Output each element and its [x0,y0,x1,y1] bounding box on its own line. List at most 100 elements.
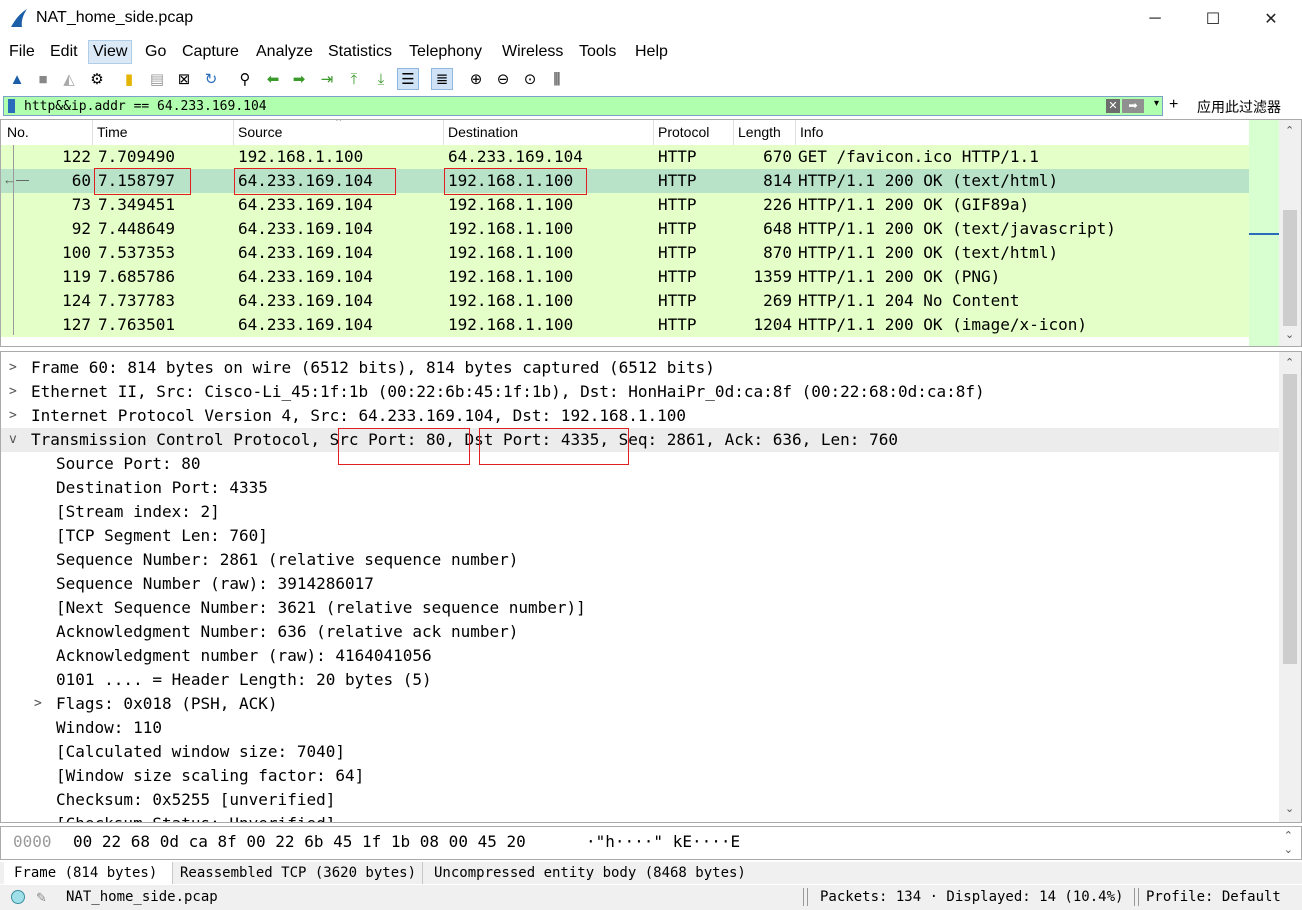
minimize-button[interactable]: ─ [1126,0,1184,38]
tab-frame[interactable]: Frame (814 bytes) [4,862,173,884]
tcp-field[interactable]: [Stream index: 2] [1,500,1279,524]
add-filter-button[interactable]: + [1169,96,1178,114]
tcp-field[interactable]: Destination Port: 4335 [1,476,1279,500]
scroll-up-icon[interactable]: ⌃ [1285,356,1294,369]
save-file-icon[interactable]: ▤ [146,68,168,90]
menu-capture[interactable]: Capture [178,41,243,63]
scroll-up-icon[interactable]: ⌃ [1284,829,1293,842]
last-packet-icon[interactable]: ⤓ [370,68,392,90]
detail-ethernet[interactable]: > Ethernet II, Src: Cisco-Li_45:1f:1b (0… [1,380,1279,404]
expert-info-icon[interactable] [11,890,25,904]
clear-filter-icon[interactable]: ✕ [1106,99,1120,113]
capture-comment-icon[interactable]: ✎ [36,890,47,906]
column-info[interactable]: Info [796,120,1249,145]
colorize-icon[interactable]: ≣ [431,68,453,90]
tcp-field[interactable]: [TCP Segment Len: 760] [1,524,1279,548]
first-packet-icon[interactable]: ⤒ [343,68,365,90]
go-to-packet-icon[interactable]: ⇥ [316,68,338,90]
menu-wireless[interactable]: Wireless [498,41,567,63]
menu-statistics[interactable]: Statistics [324,41,396,63]
tcp-field[interactable]: Acknowledgment number (raw): 4164041056 [1,644,1279,668]
expand-arrow-icon[interactable]: > [34,692,42,716]
detail-tcp[interactable]: v Transmission Control Protocol, Src Por… [1,428,1279,452]
normal-size-icon[interactable]: ⊙ [519,68,541,90]
scroll-down-icon[interactable]: ⌄ [1284,843,1293,856]
packet-row[interactable]: 92 7.448649 64.233.169.104 192.168.1.100 HTT… [1,217,1249,241]
menu-help[interactable]: Help [631,41,672,63]
apply-filter-button[interactable]: 应用此过滤器 [1197,97,1281,117]
packet-row[interactable]: 119 7.685786 64.233.169.104 192.168.1.100 HT… [1,265,1249,289]
menu-edit[interactable]: Edit [46,41,82,63]
open-file-icon[interactable]: ▮ [118,68,140,90]
tcp-field[interactable]: > Flags: 0x018 (PSH, ACK) [1,692,1279,716]
detail-frame[interactable]: > Frame 60: 814 bytes on wire (6512 bits… [1,356,1279,380]
expand-arrow-icon[interactable]: > [9,380,17,404]
tab-reassembled-tcp[interactable]: Reassembled TCP (3620 bytes) [170,862,423,884]
go-back-icon[interactable]: ⬅ [262,68,284,90]
close-file-icon[interactable]: ⊠ [173,68,195,90]
maximize-button[interactable]: ☐ [1184,0,1242,38]
column-length[interactable]: Length [734,120,796,145]
tcp-field[interactable]: [Next Sequence Number: 3621 (relative se… [1,596,1279,620]
scroll-thumb[interactable] [1283,210,1297,326]
restart-capture-icon[interactable]: ◭ [58,68,80,90]
packet-row[interactable]: 122 7.709490 192.168.1.100 64.233.169.104 HT… [1,145,1249,169]
tcp-field[interactable]: [Calculated window size: 7040] [1,740,1279,764]
menu-analyze[interactable]: Analyze [252,41,317,63]
detail-ipv4[interactable]: > Internet Protocol Version 4, Src: 64.2… [1,404,1279,428]
autoscroll-icon[interactable]: ☰ [397,68,419,90]
scroll-up-icon[interactable]: ⌃ [1285,124,1294,137]
column-time[interactable]: Time [93,120,234,145]
bytes-ascii[interactable]: ·"h····" kE····E [586,832,740,851]
collapse-arrow-icon[interactable]: v [9,428,17,452]
column-destination[interactable]: Destination [444,120,654,145]
packet-row[interactable]: 100 7.537353 64.233.169.104 192.168.1.100 HT… [1,241,1249,265]
packet-minimap[interactable] [1249,120,1279,346]
expand-arrow-icon[interactable]: > [9,404,17,428]
packet-list-scrollbar[interactable]: ⌃ ⌄ [1279,120,1301,346]
cell-protocol: HTTP [658,219,697,238]
reload-file-icon[interactable]: ↻ [200,68,222,90]
display-filter-bar[interactable]: http&&ip.addr == 64.233.169.104 ✕ ➡ ▾ [3,96,1163,116]
expand-arrow-icon[interactable]: > [9,356,17,380]
close-button[interactable]: ✕ [1242,0,1300,38]
packet-row[interactable]: 127 7.763501 64.233.169.104 192.168.1.100 HT… [1,313,1249,337]
tcp-field[interactable]: Acknowledgment Number: 636 (relative ack… [1,620,1279,644]
start-capture-icon[interactable]: ▲ [6,68,28,90]
tcp-field[interactable]: Window: 110 [1,716,1279,740]
bytes-hex[interactable]: 00 22 68 0d ca 8f 00 22 6b 45 1f 1b 08 0… [73,832,526,851]
scroll-down-icon[interactable]: ⌄ [1285,802,1294,815]
go-forward-icon[interactable]: ➡ [288,68,310,90]
tcp-field[interactable]: 0101 .... = Header Length: 20 bytes (5) [1,668,1279,692]
stop-capture-icon[interactable]: ■ [32,68,54,90]
status-profile[interactable]: Profile: Default [1146,889,1281,905]
menu-telephony[interactable]: Telephony [405,41,486,63]
filter-dropdown-icon[interactable]: ▾ [1154,98,1159,109]
tcp-field[interactable]: Checksum: 0x5255 [unverified] [1,788,1279,812]
filter-input[interactable]: http&&ip.addr == 64.233.169.104 [24,98,267,115]
apply-filter-icon[interactable]: ➡ [1122,99,1144,113]
resize-columns-icon[interactable]: ⫼ [546,68,568,90]
details-scrollbar[interactable]: ⌃ ⌄ [1279,352,1301,822]
tcp-field[interactable]: Sequence Number: 2861 (relative sequence… [1,548,1279,572]
menu-file[interactable]: File [5,41,39,63]
packet-row[interactable]: 73 7.349451 64.233.169.104 192.168.1.100 HTT… [1,193,1249,217]
packet-row[interactable]: 124 7.737783 64.233.169.104 192.168.1.100 HT… [1,289,1249,313]
column-protocol[interactable]: Protocol [654,120,734,145]
scroll-down-icon[interactable]: ⌄ [1285,328,1294,341]
zoom-out-icon[interactable]: ⊖ [492,68,514,90]
column-no[interactable]: No. [3,120,93,145]
capture-options-icon[interactable]: ⚙ [86,68,108,90]
find-packet-icon[interactable]: ⚲ [234,68,256,90]
tcp-field[interactable]: [Checksum Status: Unverified] [1,812,1279,822]
menu-go[interactable]: Go [141,41,170,63]
zoom-in-icon[interactable]: ⊕ [465,68,487,90]
scroll-thumb[interactable] [1283,374,1297,664]
menu-tools[interactable]: Tools [575,41,620,63]
tab-uncompressed-body[interactable]: Uncompressed entity body (8468 bytes) [424,862,754,884]
menu-view[interactable]: View [88,40,133,64]
bookmark-icon[interactable] [8,99,15,113]
tcp-field[interactable]: [Window size scaling factor: 64] [1,764,1279,788]
tcp-field[interactable]: Sequence Number (raw): 3914286017 [1,572,1279,596]
tcp-field[interactable]: Source Port: 80 [1,452,1279,476]
